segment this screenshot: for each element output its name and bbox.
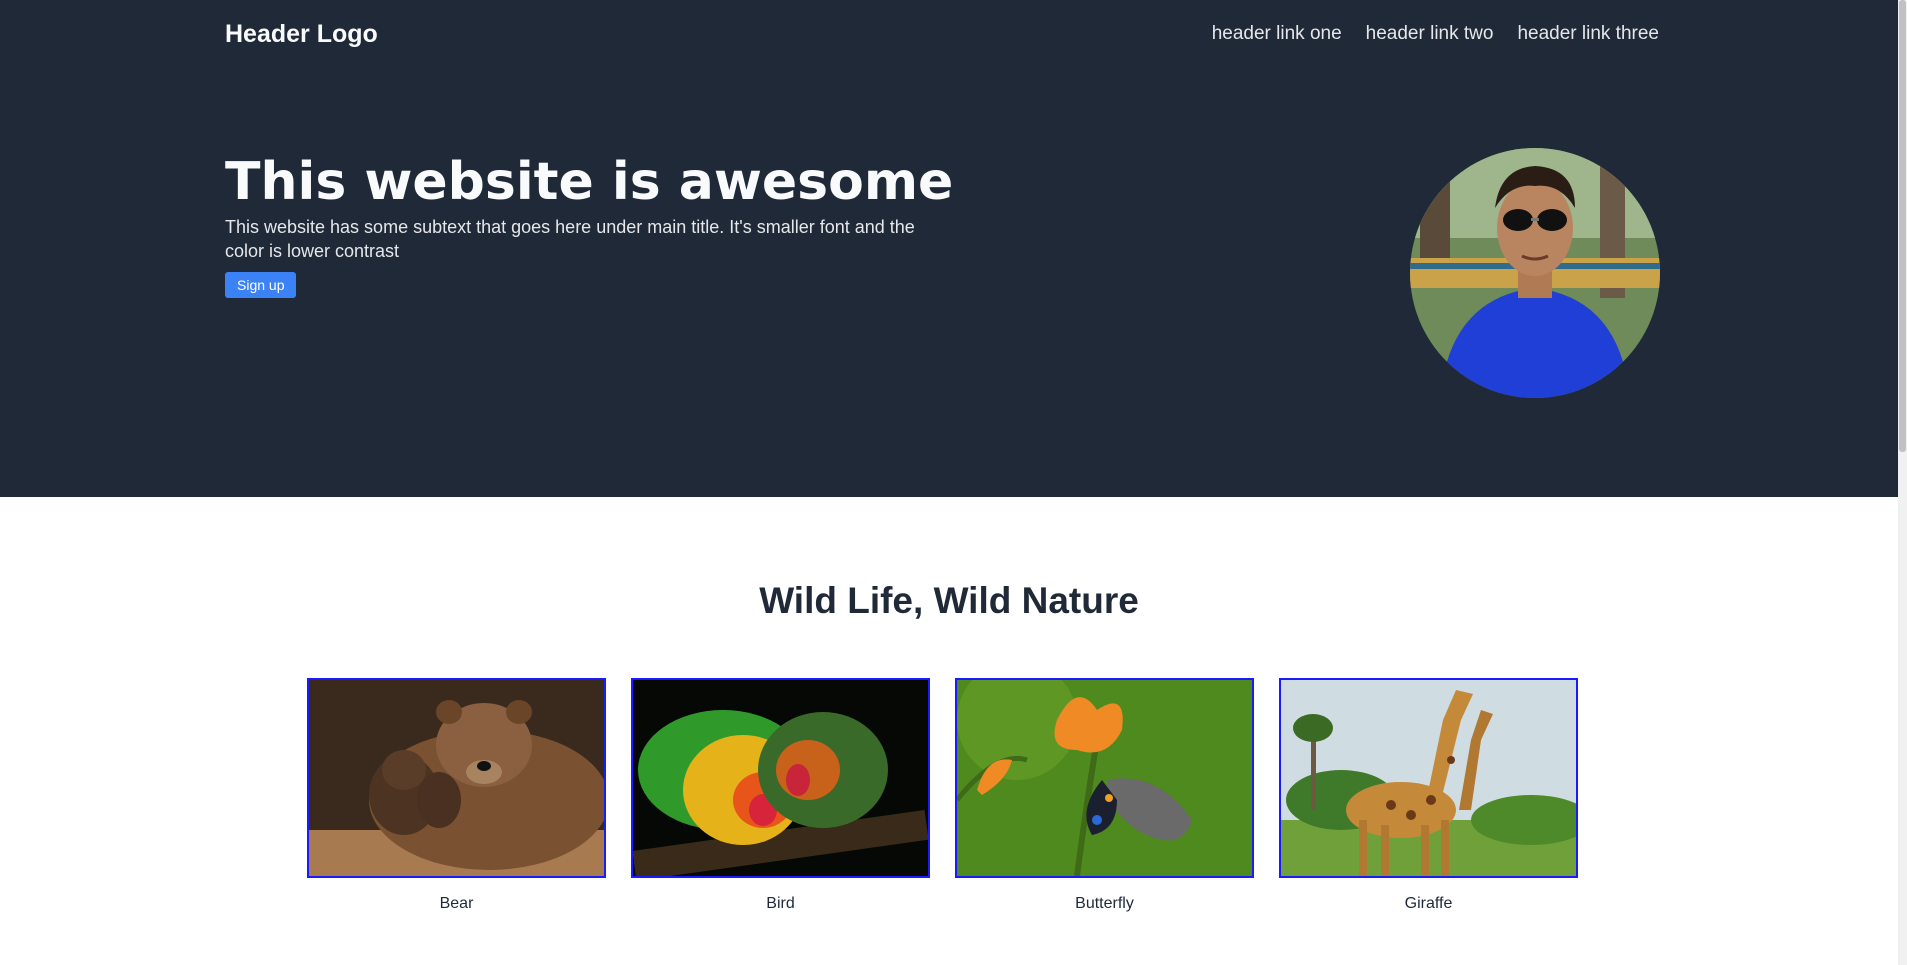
butterfly-image xyxy=(955,678,1254,878)
scrollbar-thumb[interactable] xyxy=(1899,0,1906,452)
hero-subtitle: This website has some subtext that goes … xyxy=(225,217,915,261)
bear-caption: Bear xyxy=(439,895,474,912)
vertical-scrollbar[interactable] xyxy=(1898,0,1907,965)
butterfly-caption: Butterfly xyxy=(1075,895,1134,912)
gallery-grid: Bear Bird Butterfly Giraffe xyxy=(307,678,1578,913)
gallery-card-bear[interactable]: Bear xyxy=(307,678,606,913)
hero-section: Header Logo header link one header link … xyxy=(0,0,1898,497)
header-link-two[interactable]: header link two xyxy=(1366,23,1494,45)
gallery-card-bird[interactable]: Bird xyxy=(631,678,930,913)
gallery-card-butterfly[interactable]: Butterfly xyxy=(955,678,1254,913)
header-logo[interactable]: Header Logo xyxy=(225,20,378,49)
giraffe-caption: Giraffe xyxy=(1404,895,1453,912)
bear-image xyxy=(307,678,606,878)
profile-photo xyxy=(1410,148,1660,398)
gallery-title: Wild Life, Wild Nature xyxy=(759,580,1139,621)
page: Header Logo header link one header link … xyxy=(0,0,1898,965)
bird-caption: Bird xyxy=(766,895,795,912)
header-link-one[interactable]: header link one xyxy=(1212,23,1342,45)
bird-image xyxy=(631,678,930,878)
gallery-card-giraffe[interactable]: Giraffe xyxy=(1279,678,1578,913)
hero-title: This website is awesome xyxy=(225,152,954,212)
sign-up-button[interactable]: Sign up xyxy=(225,272,297,298)
header-nav: header link one header link two header l… xyxy=(1212,23,1659,45)
header-link-three[interactable]: header link three xyxy=(1517,23,1659,45)
giraffe-image xyxy=(1279,678,1578,878)
